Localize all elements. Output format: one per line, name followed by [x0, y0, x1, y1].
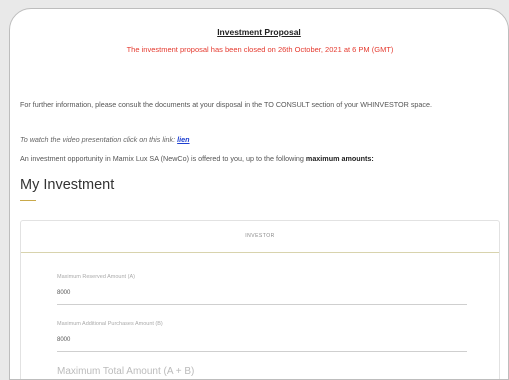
video-paragraph: To watch the video presentation click on… [20, 135, 190, 144]
field-underline [57, 351, 467, 352]
reserved-amount-field[interactable]: Maximum Reserved Amount (A) 8000 [57, 274, 467, 305]
field-underline [57, 304, 467, 305]
additional-amount-value[interactable]: 8000 [57, 337, 467, 343]
proposal-card: Investment Proposal The investment propo… [9, 8, 509, 380]
opportunity-bold: maximum amounts: [305, 154, 374, 163]
reserved-amount-label: Maximum Reserved Amount (A) [57, 274, 135, 280]
video-link[interactable]: lien [177, 135, 189, 144]
info-paragraph: For further information, please consult … [20, 100, 432, 109]
form-header: INVESTOR [21, 221, 499, 253]
proposal-title: Investment Proposal [217, 27, 301, 37]
opportunity-text: An investment opportunity in Mamix Lux S… [20, 154, 304, 163]
heading-underline [20, 200, 36, 201]
investment-form: INVESTOR Maximum Reserved Amount (A) 800… [20, 220, 500, 379]
reserved-amount-value[interactable]: 8000 [57, 290, 467, 296]
additional-amount-label: Maximum Additional Purchases Amount (B) [57, 321, 163, 327]
video-text: To watch the video presentation click on… [20, 135, 176, 144]
total-amount-label: Maximum Total Amount (A + B) [57, 366, 195, 377]
closed-notice: The investment proposal has been closed … [126, 45, 394, 54]
my-investment-heading: My Investment [20, 177, 115, 193]
additional-amount-field[interactable]: Maximum Additional Purchases Amount (B) … [57, 321, 467, 352]
opportunity-paragraph: An investment opportunity in Mamix Lux S… [20, 154, 374, 163]
